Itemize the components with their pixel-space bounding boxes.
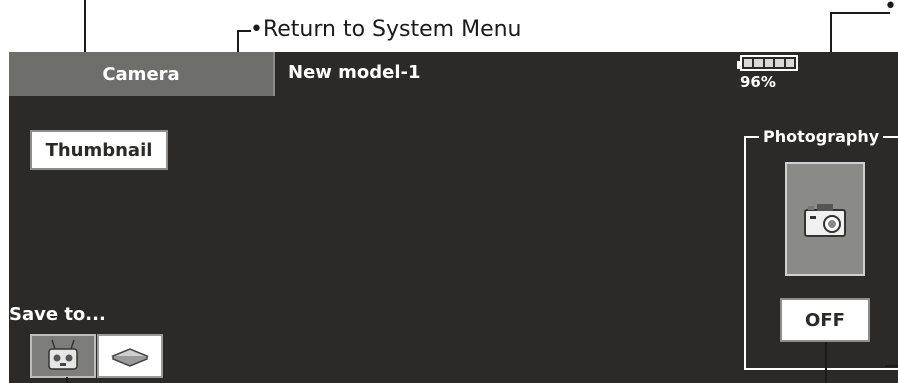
save-to-label: Save to... bbox=[9, 304, 106, 325]
photography-leader-line bbox=[885, 365, 898, 367]
return-to-system-menu-button[interactable]: Camera bbox=[9, 52, 275, 96]
camera-icon bbox=[804, 204, 846, 237]
battery-indicator: 96% bbox=[737, 55, 804, 91]
return-to-system-menu-annotation: •Return to System Menu bbox=[250, 17, 522, 42]
return-leader-horizontal bbox=[237, 30, 251, 32]
top-right-bullet: • bbox=[884, 0, 897, 19]
save-to-transmitter-button[interactable] bbox=[30, 334, 96, 378]
save-to-card-button[interactable] bbox=[97, 334, 163, 378]
transmitter-icon bbox=[48, 339, 78, 370]
camera-leader-horizontal bbox=[830, 12, 890, 14]
model-name: New model-1 bbox=[288, 62, 421, 83]
photography-label: Photography bbox=[759, 127, 884, 146]
battery-icon bbox=[737, 55, 798, 71]
screen-title: Camera bbox=[102, 63, 180, 85]
camera-screen: Camera New model-1 96% Thumbnail Save to… bbox=[9, 52, 898, 383]
battery-percent: 96% bbox=[740, 73, 776, 91]
thumbnail-button[interactable]: Thumbnail bbox=[30, 130, 168, 170]
save-to-leader-line bbox=[66, 377, 68, 383]
sd-card-icon bbox=[111, 348, 149, 367]
photography-off-button[interactable]: OFF bbox=[780, 298, 870, 342]
off-leader-line bbox=[825, 342, 827, 383]
take-photo-button[interactable] bbox=[785, 162, 865, 276]
